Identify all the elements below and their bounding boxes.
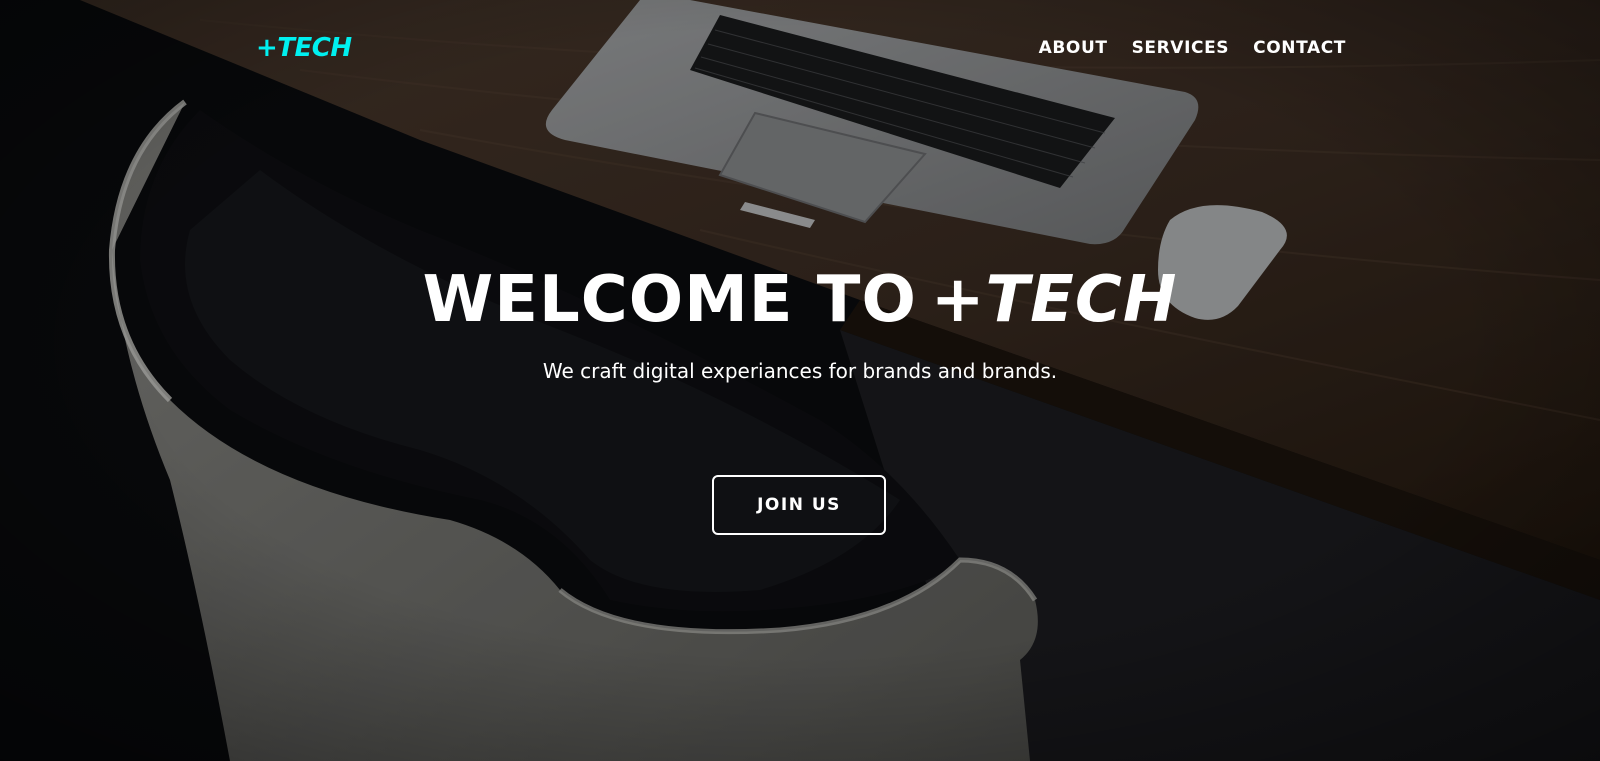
- site-logo[interactable]: +TECH: [256, 31, 352, 65]
- main-nav: ABOUT SERVICES CONTACT: [1039, 36, 1346, 60]
- nav-link-services[interactable]: SERVICES: [1132, 36, 1230, 60]
- join-us-button[interactable]: JOIN US: [712, 475, 886, 535]
- nav-link-about[interactable]: ABOUT: [1039, 36, 1108, 60]
- hero-section: +TECH ABOUT SERVICES CONTACT WELCOME TO +…: [0, 0, 1600, 761]
- hero-title-prefix: WELCOME TO: [422, 263, 917, 337]
- hero-subtitle: We craft digital experiances for brands …: [542, 359, 1058, 383]
- hero-title-brand: +TECH: [930, 263, 1178, 337]
- top-navbar: +TECH ABOUT SERVICES CONTACT: [0, 0, 1600, 96]
- nav-link-contact[interactable]: CONTACT: [1253, 36, 1346, 60]
- hero-title: WELCOME TO +TECH: [0, 258, 1600, 342]
